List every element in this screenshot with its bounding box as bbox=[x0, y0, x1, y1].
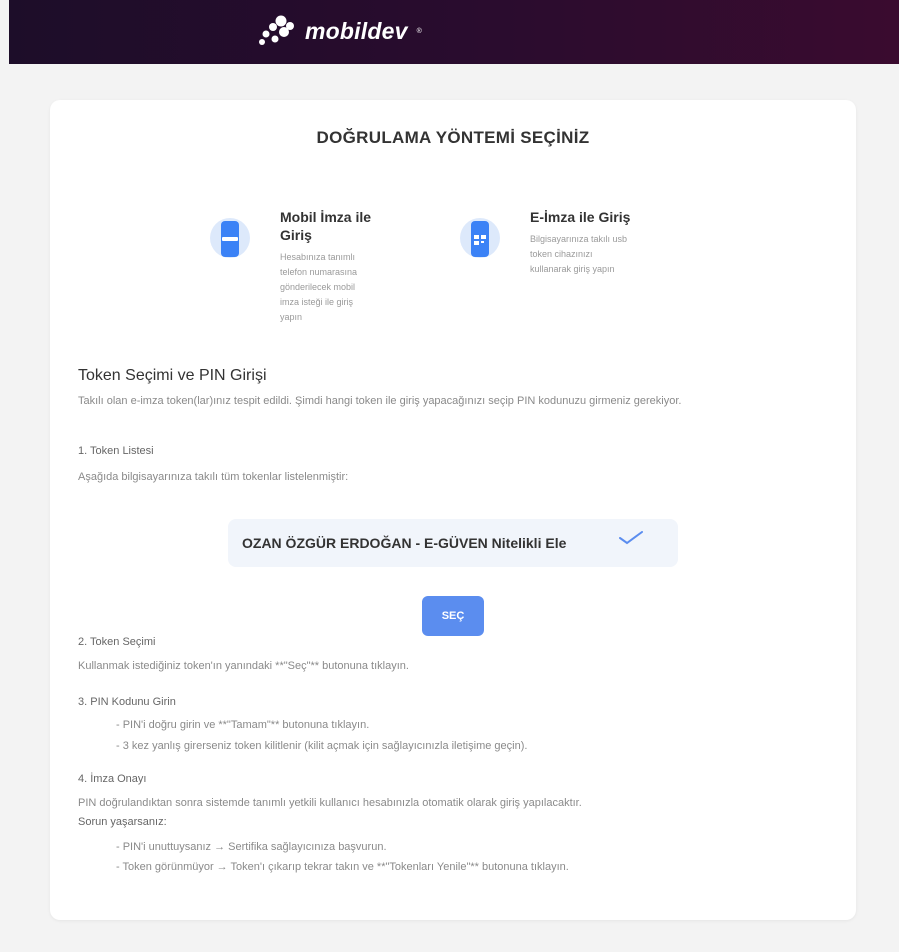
method-title-line: Mobil İmza ile bbox=[280, 209, 372, 225]
verification-card: DOĞRULAMA YÖNTEMİ SEÇİNİZ Mobil İmza ile… bbox=[50, 100, 856, 920]
step1-text: Aşağıda bilgisayarınıza takılı tüm token… bbox=[78, 471, 349, 483]
problem-item: - PIN'i unuttuysanız → Sertifika sağlayı… bbox=[116, 841, 387, 853]
token-list-item[interactable]: OZAN ÖZGÜR ERDOĞAN - E-GÜVEN Nitelikli E… bbox=[228, 519, 678, 567]
method-desc-line: telefon numarasına bbox=[280, 267, 358, 277]
method-description: Hesabınıza tanımlı telefon numarasına gö… bbox=[280, 250, 357, 325]
problems-title: Sorun yaşarsanız: bbox=[78, 816, 167, 828]
step4-title: 4. İmza Onayı bbox=[78, 773, 147, 785]
check-icon bbox=[619, 531, 643, 545]
mobile-signature-option[interactable]: Mobil İmza ile Giriş Hesabınıza tanımlı … bbox=[210, 203, 410, 353]
method-description: Bilgisayarınıza takılı usb token cihazın… bbox=[530, 232, 627, 277]
mobile-signature-icon bbox=[210, 218, 250, 258]
logo-text: mobildev bbox=[305, 17, 408, 44]
top-header-bar: mobildev ® bbox=[9, 0, 899, 64]
token-name: OZAN ÖZGÜR ERDOĞAN - E-GÜVEN Nitelikli E… bbox=[242, 535, 567, 551]
method-title: Mobil İmza ile Giriş bbox=[280, 208, 371, 244]
e-signature-option[interactable]: E-İmza ile Giriş Bilgisayarınıza takılı … bbox=[460, 203, 680, 303]
step3-item: - 3 kez yanlış girerseniz token kilitlen… bbox=[116, 740, 528, 752]
step3-title: 3. PIN Kodunu Girin bbox=[78, 696, 176, 708]
method-desc-line: gönderilecek mobil bbox=[280, 282, 356, 292]
qr-token-icon bbox=[460, 218, 500, 258]
method-title: E-İmza ile Giriş bbox=[530, 208, 630, 226]
method-desc-line: imza isteği ile giriş bbox=[280, 297, 354, 307]
method-title-line: E-İmza ile Giriş bbox=[530, 209, 631, 225]
select-token-button[interactable]: SEÇ bbox=[422, 596, 484, 636]
method-desc-line: Bilgisayarınıza takılı usb bbox=[530, 234, 628, 244]
method-title-line: Giriş bbox=[280, 227, 312, 243]
step2-text: Kullanmak istediğiniz token'ın yanındaki… bbox=[78, 660, 409, 672]
method-desc-line: kullanarak giriş yapın bbox=[530, 264, 615, 274]
logo-dots-icon bbox=[259, 15, 294, 45]
logo-registered-mark: ® bbox=[416, 27, 422, 35]
method-desc-line: token cihazınızı bbox=[530, 249, 593, 259]
step1-title: 1. Token Listesi bbox=[78, 445, 154, 457]
token-intro-text: Takılı olan e-imza token(lar)ınız tespit… bbox=[78, 395, 682, 407]
step2-title: 2. Token Seçimi bbox=[78, 636, 156, 648]
phone-icon bbox=[471, 221, 489, 257]
method-desc-line: yapın bbox=[280, 312, 303, 322]
phone-icon bbox=[221, 221, 239, 257]
problem-item: - Token görünmüyor → Token'ı çıkarıp tek… bbox=[116, 861, 569, 873]
page-title: DOĞRULAMA YÖNTEMİ SEÇİNİZ bbox=[316, 128, 590, 147]
mobildev-logo[interactable]: mobildev ® bbox=[255, 14, 422, 48]
step4-text: PIN doğrulandıktan sonra sistemde tanıml… bbox=[78, 797, 582, 809]
step3-item: - PIN'i doğru girin ve **"Tamam"** buton… bbox=[116, 719, 370, 731]
method-desc-line: Hesabınıza tanımlı bbox=[280, 252, 356, 262]
token-section-title: Token Seçimi ve PIN Girişi bbox=[78, 367, 267, 384]
